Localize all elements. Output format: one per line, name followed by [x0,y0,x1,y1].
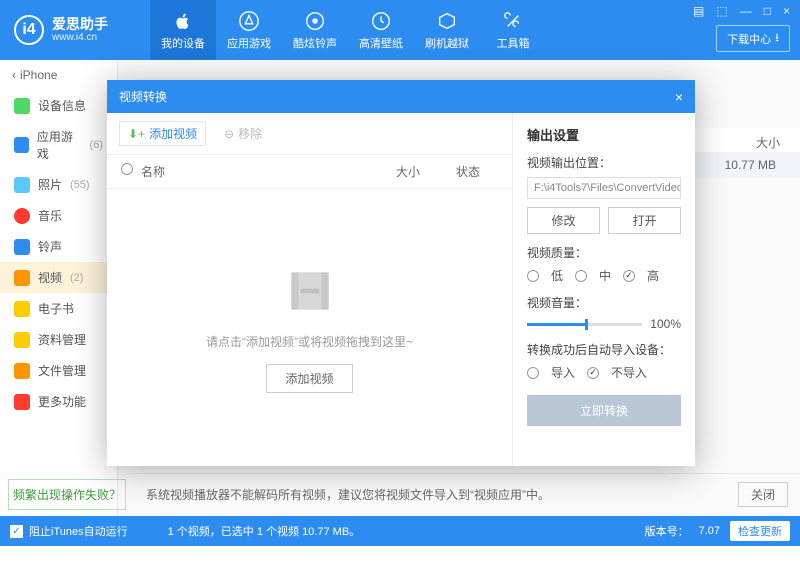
empty-hint: 请点击“添加视频”或将视频拖拽到这里~ [206,333,413,350]
selection-info: 1 个视频，已选中 1 个视频 10.77 MB。 [168,523,361,539]
faq-link[interactable]: 频繁出现操作失败？ [8,479,126,510]
sidebar-item-files[interactable]: 文件管理 [0,355,117,386]
list-header: 名称 大小 状态 [107,155,512,189]
sidebar-item-photos[interactable]: 照片(55) [0,169,117,200]
select-all-checkbox[interactable] [121,163,133,175]
volume-value: 100% [650,317,681,331]
book-icon [14,301,30,317]
open-path-button[interactable]: 打开 [608,207,681,234]
video-list-pane: ⬇+ 添加视频 ⊖ 移除 名称 大小 状态 请点击“添加视频”或将视频拖拽到这里… [107,113,513,466]
app-header: i4 爱思助手 www.i4.cn 我的设备 应用游戏 酷炫铃声 高清壁纸 刷机… [0,0,800,60]
dialog-close-button[interactable]: × [675,89,683,105]
minimize-icon[interactable]: — [740,4,752,18]
check-update-button[interactable]: 检查更新 [730,521,790,541]
maximize-icon[interactable]: □ [764,4,771,18]
music-icon [304,10,326,32]
nav-apps[interactable]: 应用游戏 [216,0,282,60]
app-logo: i4 爱思助手 www.i4.cn [0,15,150,45]
chevron-left-icon: ‹ [12,68,16,82]
volume-slider[interactable] [527,323,642,326]
nav-wallpapers[interactable]: 高清壁纸 [348,0,414,60]
photo-icon [14,177,30,193]
window-controls: ▤ ⬚ — □ × [693,4,790,18]
sidebar-item-deviceinfo[interactable]: 设备信息 [0,90,117,121]
dialog-title-bar: 视频转换 × [107,80,695,113]
import-no-radio[interactable] [587,367,599,379]
add-video-button[interactable]: 添加视频 [266,364,352,393]
main-nav: 我的设备 应用游戏 酷炫铃声 高清壁纸 刷机越狱 工具箱 [150,0,546,60]
download-center-button[interactable]: 下载中心 ⭳ [716,25,790,52]
image-icon [370,10,392,32]
app-url: www.i4.cn [52,32,108,44]
notice-close-button[interactable]: 关闭 [738,482,788,507]
download-icon: ⭳ [775,29,779,48]
notice-text: 系统视频播放器不能解码所有视频，建议您将视频文件导入到“视频应用”中。 [146,486,550,503]
import-yes-radio[interactable] [527,367,539,379]
video-icon [14,270,30,286]
quality-high-radio[interactable] [623,270,635,282]
data-icon [14,332,30,348]
notice-bar: 频繁出现操作失败？ 系统视频播放器不能解码所有视频，建议您将视频文件导入到“视频… [0,472,800,516]
nav-my-device[interactable]: 我的设备 [150,0,216,60]
nav-toolbox[interactable]: 工具箱 [480,0,546,60]
output-title: 输出设置 [527,125,681,144]
app-name: 爱思助手 [52,16,108,33]
music-icon [14,208,30,224]
info-icon [14,98,30,114]
appstore-icon [238,10,260,32]
film-icon [282,263,338,319]
sidebar-item-ring[interactable]: 铃声 [0,231,117,262]
quality-low-radio[interactable] [527,270,539,282]
sidebar: ‹ iPhone 设备信息 应用游戏(6) 照片(55) 音乐 铃声 视频(2)… [0,60,118,516]
status-bar: ✓ 阻止iTunes自动运行 1 个视频，已选中 1 个视频 10.77 MB。… [0,516,800,546]
empty-drop-area[interactable]: 请点击“添加视频”或将视频拖拽到这里~ 添加视频 [107,189,512,466]
add-video-toolbar-button[interactable]: ⬇+ 添加视频 [119,121,206,146]
sidebar-item-more[interactable]: 更多功能 [0,386,117,417]
sidebar-item-music[interactable]: 音乐 [0,200,117,231]
more-icon [14,394,30,410]
bell-icon [14,239,30,255]
skin-icon[interactable]: ⬚ [716,4,727,18]
sidebar-item-data[interactable]: 资料管理 [0,324,117,355]
nav-flash[interactable]: 刷机越狱 [414,0,480,60]
nav-ringtones[interactable]: 酷炫铃声 [282,0,348,60]
folder-icon [14,363,30,379]
video-convert-dialog: 视频转换 × ⬇+ 添加视频 ⊖ 移除 名称 大小 状态 [107,80,695,466]
device-selector[interactable]: ‹ iPhone [0,60,117,90]
convert-button[interactable]: 立即转换 [527,395,681,426]
remove-icon: ⊖ [224,127,234,141]
box-icon [436,10,458,32]
sidebar-item-ebook[interactable]: 电子书 [0,293,117,324]
remove-video-button: ⊖ 移除 [224,125,262,142]
sidebar-item-apps[interactable]: 应用游戏(6) [0,121,117,169]
modify-path-button[interactable]: 修改 [527,207,600,234]
apps-icon [14,137,29,153]
output-settings-pane: 输出设置 视频输出位置： F:\i4Tools7\Files\ConvertVi… [513,113,695,466]
chat-icon[interactable]: ▤ [693,4,704,18]
dialog-title: 视频转换 [119,88,167,105]
output-path-field[interactable]: F:\i4Tools7\Files\ConvertVideo [527,177,681,199]
tools-icon [502,10,524,32]
plus-icon: ⬇+ [128,127,145,141]
logo-icon: i4 [14,15,44,45]
apple-icon [172,10,194,32]
close-icon[interactable]: × [783,4,790,18]
sidebar-item-video[interactable]: 视频(2) [0,262,117,293]
quality-mid-radio[interactable] [575,270,587,282]
itunes-checkbox[interactable]: ✓ [10,525,23,538]
